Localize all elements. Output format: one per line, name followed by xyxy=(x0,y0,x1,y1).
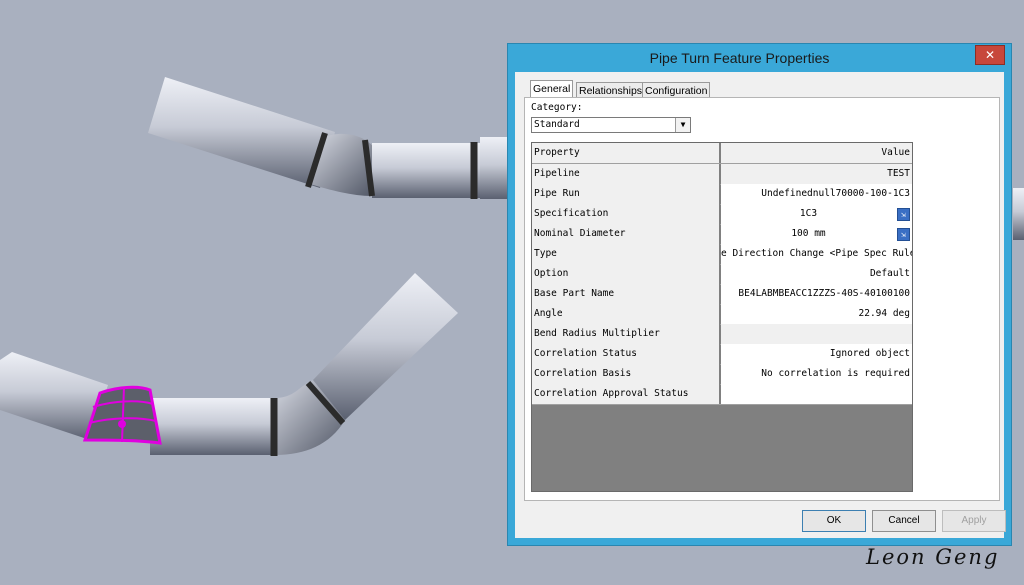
property-value[interactable]: 100 mm xyxy=(721,224,912,244)
table-row-correlation-status[interactable]: Correlation Status Ignored object xyxy=(532,344,912,365)
property-value xyxy=(721,324,912,344)
table-row-bend-radius-multiplier[interactable]: Bend Radius Multiplier xyxy=(532,324,912,345)
dialog-title: Pipe Turn Feature Properties xyxy=(649,50,830,66)
pipe-turn-properties-dialog: Pipe Turn Feature Properties ✕ General R… xyxy=(507,43,1012,546)
table-row-type[interactable]: Type e Direction Change <Pipe Spec Rule> xyxy=(532,244,912,265)
pick-icon[interactable]: ⇲ xyxy=(897,208,910,221)
table-row-specification[interactable]: Specification 1C3 ⇲ xyxy=(532,204,912,225)
property-value: TEST xyxy=(721,164,912,184)
property-name: Nominal Diameter xyxy=(532,224,720,244)
property-value: Ignored object xyxy=(721,344,912,364)
author-watermark: Leon Geng xyxy=(866,545,1000,569)
table-row-option[interactable]: Option Default xyxy=(532,264,912,285)
property-value[interactable]: Undefinednull70000-100-1C3 xyxy=(721,184,912,204)
property-value[interactable]: Default xyxy=(721,264,912,284)
table-row-nominal-diameter[interactable]: Nominal Diameter 100 mm ⇲ xyxy=(532,224,912,245)
dialog-body: General Relationships Configuration Cate… xyxy=(515,72,1006,538)
property-name: Option xyxy=(532,264,720,284)
close-button[interactable]: ✕ xyxy=(975,45,1005,65)
pick-icon[interactable]: ⇲ xyxy=(897,228,910,241)
apply-button[interactable]: Apply xyxy=(942,510,1006,532)
property-name: Correlation Approval Status xyxy=(532,384,720,404)
dialog-titlebar[interactable]: Pipe Turn Feature Properties ✕ xyxy=(508,44,1011,72)
general-tab-panel: Category: Standard ▼ Property Value Pipe… xyxy=(524,97,1000,501)
property-name: Pipeline xyxy=(532,164,720,184)
table-row-pipeline[interactable]: Pipeline TEST xyxy=(532,164,912,185)
property-grid: Property Value Pipeline TEST Pipe Run Un… xyxy=(531,142,913,492)
property-name: Correlation Status xyxy=(532,344,720,364)
category-label: Category: xyxy=(531,102,583,113)
property-value: No correlation is required xyxy=(721,364,912,384)
table-row-base-part-name[interactable]: Base Part Name BE4LABMBEACC1ZZZS-40S-401… xyxy=(532,284,912,305)
property-value xyxy=(721,384,912,404)
table-row-correlation-basis[interactable]: Correlation Basis No correlation is requ… xyxy=(532,364,912,385)
property-value[interactable]: e Direction Change <Pipe Spec Rule> xyxy=(721,244,912,264)
value-column-header: Value xyxy=(721,143,912,163)
upper-pipe[interactable] xyxy=(148,77,510,199)
property-name: Correlation Basis xyxy=(532,364,720,384)
property-name: Base Part Name xyxy=(532,284,720,304)
property-name: Type xyxy=(532,244,720,264)
property-column-header: Property xyxy=(532,143,720,163)
table-row-pipe-run[interactable]: Pipe Run Undefinednull70000-100-1C3 xyxy=(532,184,912,205)
right-pipe-stub[interactable] xyxy=(1013,188,1024,240)
lower-pipe[interactable] xyxy=(0,273,458,456)
property-grid-header: Property Value xyxy=(532,143,912,164)
category-value: Standard xyxy=(534,119,580,130)
property-name: Specification xyxy=(532,204,720,224)
table-row-correlation-approval-status[interactable]: Correlation Approval Status xyxy=(532,384,912,405)
property-value[interactable]: 1C3 xyxy=(721,204,912,224)
table-row-angle[interactable]: Angle 22.94 deg xyxy=(532,304,912,325)
property-value[interactable]: BE4LABMBEACC1ZZZS-40S-40100100 xyxy=(721,284,912,304)
property-name: Angle xyxy=(532,304,720,324)
ok-button[interactable]: OK xyxy=(802,510,866,532)
chevron-down-icon[interactable]: ▼ xyxy=(675,118,690,132)
property-name: Pipe Run xyxy=(532,184,720,204)
close-icon: ✕ xyxy=(984,48,996,62)
cancel-button[interactable]: Cancel xyxy=(872,510,936,532)
property-value[interactable]: 22.94 deg xyxy=(721,304,912,324)
property-name: Bend Radius Multiplier xyxy=(532,324,720,344)
category-select[interactable]: Standard ▼ xyxy=(531,117,691,133)
